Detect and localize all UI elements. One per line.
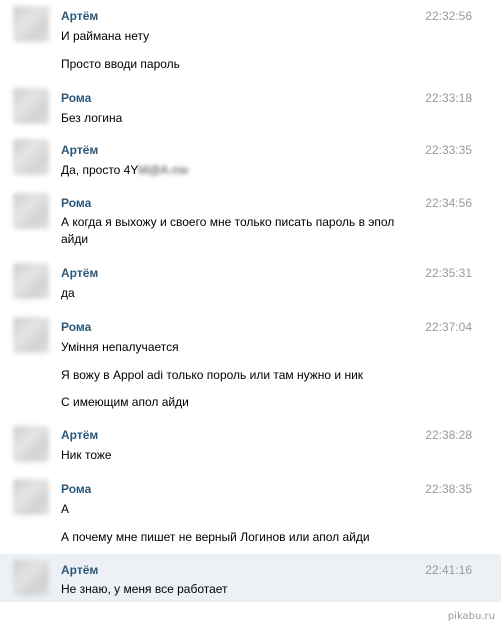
- message-author[interactable]: Рома: [61, 482, 91, 496]
- message: Артём 22:33:35 Да, просто 4YM@A.me: [0, 132, 501, 186]
- message: Артём 22:35:31 да: [0, 257, 501, 311]
- message-text: А почему мне пишет не верный Логинов или…: [61, 530, 370, 544]
- message-text: да: [61, 286, 75, 300]
- message-highlighted[interactable]: Артём 22:41:16 Не знаю, у меня все работ…: [0, 554, 501, 602]
- avatar[interactable]: [13, 317, 49, 353]
- message-author[interactable]: Артём: [61, 9, 98, 23]
- message-time: 22:41:16: [425, 563, 472, 577]
- message-text: Просто вводи пароль: [61, 57, 180, 71]
- message-author[interactable]: Рома: [61, 91, 91, 105]
- avatar[interactable]: [13, 263, 49, 299]
- message-author[interactable]: Артём: [61, 143, 98, 157]
- message-author[interactable]: Рома: [61, 196, 91, 210]
- message-time: 22:38:28: [425, 428, 472, 442]
- message: Артём 22:32:56 И раймана нету Просто вво…: [0, 0, 501, 80]
- message-time: 22:33:18: [425, 91, 472, 105]
- avatar[interactable]: [13, 6, 49, 42]
- pikabu-watermark: pikabu.ru: [447, 611, 495, 622]
- message-text: Без логина: [61, 111, 123, 125]
- message-text: А когда я выхожу и своего мне только пис…: [61, 215, 395, 246]
- message-text: Да, просто 4YM@A.me: [61, 162, 406, 179]
- chat-history: Артём 22:32:56 И раймана нету Просто вво…: [0, 0, 501, 602]
- message: Рома 22:37:04 Уміння непалучается Я вожу…: [0, 311, 501, 419]
- message-text: С имеющим апол айди: [61, 395, 189, 409]
- message-text: А: [61, 502, 70, 516]
- avatar[interactable]: [13, 560, 49, 596]
- message-text: Ник тоже: [61, 448, 112, 462]
- avatar[interactable]: [13, 479, 49, 515]
- message-time: 22:35:31: [425, 266, 472, 280]
- message-author[interactable]: Артём: [61, 266, 98, 280]
- avatar[interactable]: [13, 426, 49, 462]
- avatar[interactable]: [13, 88, 49, 124]
- message: Рома 22:33:18 Без логина: [0, 80, 501, 132]
- message-time: 22:37:04: [425, 320, 472, 334]
- message-text-visible: Да, просто 4Y: [61, 163, 139, 177]
- message-text: Уміння непалучается: [61, 340, 179, 354]
- message-time: 22:34:56: [425, 196, 472, 210]
- message: Рома 22:38:35 А А почему мне пишет не ве…: [0, 473, 501, 554]
- message: Рома 22:34:56 А когда я выхожу и своего …: [0, 186, 501, 257]
- avatar[interactable]: [13, 139, 49, 175]
- message-text: И раймана нету: [61, 29, 150, 43]
- message-text: Я вожу в Appol adi только пороль или там…: [61, 368, 364, 382]
- message-time: 22:38:35: [425, 482, 472, 496]
- message-time: 22:33:35: [425, 143, 472, 157]
- message-text: Не знаю, у меня все работает: [61, 582, 228, 596]
- message-text-blurred: M@A.me: [138, 163, 189, 177]
- message-author[interactable]: Рома: [61, 320, 91, 334]
- message-time: 22:32:56: [425, 9, 472, 23]
- message-author[interactable]: Артём: [61, 428, 98, 442]
- message-author[interactable]: Артём: [61, 563, 98, 577]
- avatar[interactable]: [13, 193, 49, 229]
- message: Артём 22:38:28 Ник тоже: [0, 419, 501, 473]
